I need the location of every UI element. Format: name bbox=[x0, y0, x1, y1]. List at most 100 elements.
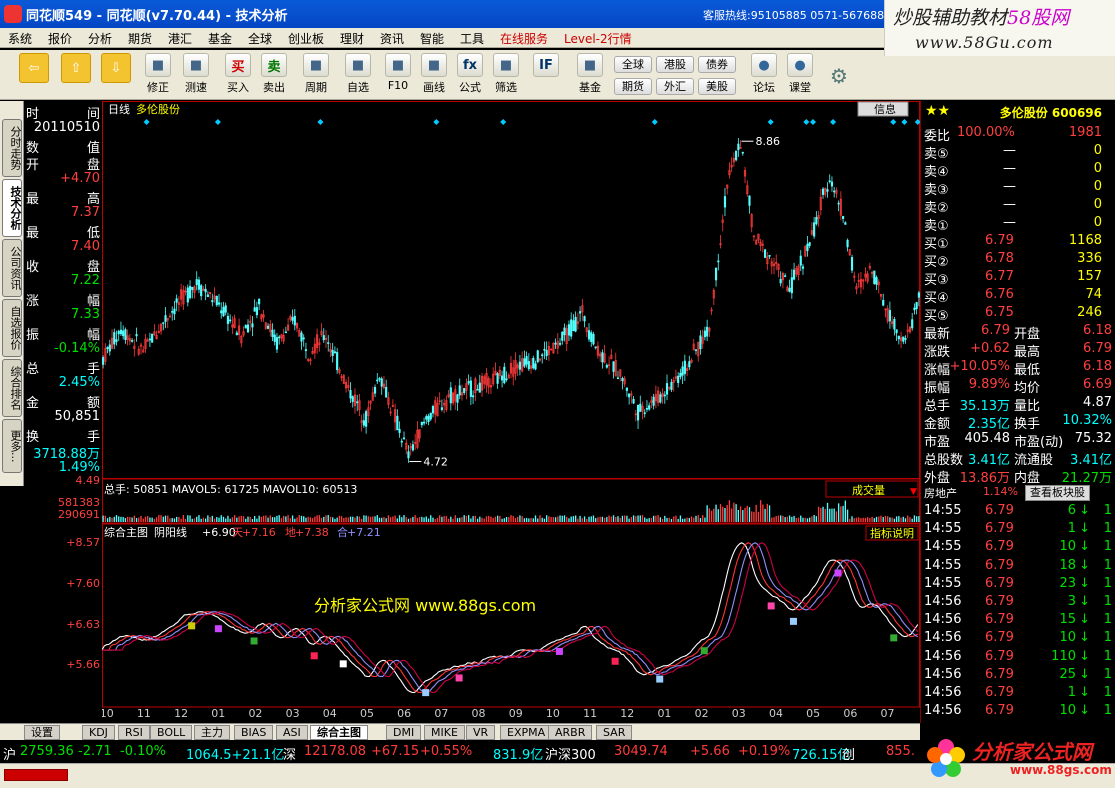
menu-item-13[interactable]: Level-2行情 bbox=[564, 30, 632, 47]
indicator-tab-13[interactable]: SAR bbox=[596, 725, 633, 740]
signal-marker bbox=[555, 647, 563, 655]
chart-period-label: 日线 bbox=[108, 102, 130, 116]
candle-body bbox=[398, 428, 401, 433]
tick-down-arrow-icon: ↓ bbox=[1079, 612, 1090, 628]
clock-button[interactable]: ■ 测速 bbox=[178, 53, 214, 99]
pen-button[interactable]: ■ 画线 bbox=[416, 53, 452, 99]
indicator-tab-1[interactable]: KDJ bbox=[82, 725, 115, 740]
candle-body bbox=[882, 300, 885, 306]
indicator-tab-2[interactable]: RSI bbox=[118, 725, 150, 740]
indicator-tab-0[interactable]: 设置 bbox=[24, 725, 60, 740]
settings-gear-icon[interactable]: ⚙ bbox=[830, 64, 848, 88]
x-axis-label: 11 bbox=[137, 707, 151, 718]
indicator-tab-4[interactable]: 主力 bbox=[194, 725, 230, 740]
down-arrow-button[interactable]: ⇩ bbox=[98, 53, 134, 99]
class-button[interactable]: ● 课堂 bbox=[784, 53, 816, 99]
menu-bar: 系统 报价 分析 期货 港汇 基金 全球 创业板 理财 资讯 智能 工具 在线服务 Level-2行情 bbox=[0, 28, 884, 48]
side-tab-5[interactable]: 更多... bbox=[2, 419, 22, 473]
candle-body bbox=[273, 334, 276, 342]
tick-price: 6.79 bbox=[985, 703, 1014, 719]
menu-item-2[interactable]: 分析 bbox=[88, 30, 112, 47]
quick-btn-4[interactable]: 外汇 bbox=[656, 78, 694, 95]
candle-body bbox=[206, 294, 209, 298]
indicator-tab-8[interactable]: DMI bbox=[386, 725, 422, 740]
sell-button[interactable]: 卖卖出 bbox=[256, 53, 292, 99]
quick-btn-3[interactable]: 期货 bbox=[614, 78, 652, 95]
menu-item-7[interactable]: 创业板 bbox=[288, 30, 324, 47]
footer-brand-name: 分析家公式网 bbox=[972, 740, 1092, 764]
buy-button[interactable]: 买买入 bbox=[220, 53, 256, 99]
side-tab-0[interactable]: 分时走势 bbox=[2, 119, 22, 177]
kline-chart-svg[interactable]: 日线 多伦股份 信息 8.86 4.72 总手: 50851 MAVOL5: 61725 … bbox=[100, 101, 921, 720]
signal-marker bbox=[339, 660, 347, 668]
menu-item-12[interactable]: 在线服务 bbox=[500, 30, 548, 47]
candle-body bbox=[821, 188, 825, 195]
indicator-tab-9[interactable]: MIKE bbox=[424, 725, 465, 740]
filter-button[interactable]: ■ 筛选 bbox=[488, 53, 524, 99]
x-axis-label: 12 bbox=[620, 707, 634, 718]
candle-body bbox=[440, 407, 443, 410]
indicator-tab-11[interactable]: EXPMA bbox=[500, 725, 553, 740]
buy-label: 买入 bbox=[227, 81, 249, 94]
candle-body bbox=[534, 363, 537, 370]
side-tab-1[interactable]: 技术分析 bbox=[2, 179, 22, 237]
menu-item-4[interactable]: 港汇 bbox=[168, 30, 192, 47]
forum-icon: ● bbox=[751, 53, 777, 77]
fund-button[interactable]: ■ 基金 bbox=[572, 53, 608, 99]
candle-body bbox=[458, 385, 461, 396]
correct-button[interactable]: ■ 修正 bbox=[140, 53, 176, 99]
futures-if-button[interactable]: IF bbox=[528, 53, 564, 99]
indicator-tab-10[interactable]: VR bbox=[466, 725, 496, 740]
quick-btn-0[interactable]: 全球 bbox=[614, 56, 652, 73]
candle-body bbox=[779, 278, 782, 284]
up-arrow-button[interactable]: ⇧ bbox=[58, 53, 94, 99]
sell-price: — bbox=[1003, 143, 1016, 158]
candle-body bbox=[322, 335, 325, 341]
tick-count: 1 bbox=[1103, 539, 1112, 555]
tick-row: 14:56 6.79 10 ↓ 1 bbox=[921, 630, 1115, 648]
favorites-button[interactable]: ■ 自选 bbox=[340, 53, 376, 99]
x-axis-label: 05 bbox=[360, 707, 374, 718]
indicator-tab-12[interactable]: ARBR bbox=[548, 725, 593, 740]
quick-btn-2[interactable]: 债券 bbox=[698, 56, 736, 73]
period-button[interactable]: ■ 周期 bbox=[298, 53, 334, 99]
candle-body bbox=[888, 310, 891, 322]
stat-row: 总手 35.13万 量比 4.87 bbox=[921, 395, 1115, 414]
sector-button[interactable]: 查看板块股 bbox=[1025, 485, 1090, 501]
back-arrow-button[interactable]: ⇦ bbox=[16, 53, 52, 99]
candle-body bbox=[833, 190, 836, 193]
menu-item-5[interactable]: 基金 bbox=[208, 30, 232, 47]
indicator-tab-5[interactable]: BIAS bbox=[234, 725, 274, 740]
formula-button[interactable]: fx 公式 bbox=[452, 53, 488, 99]
menu-item-10[interactable]: 智能 bbox=[420, 30, 444, 47]
menu-item-6[interactable]: 全球 bbox=[248, 30, 272, 47]
f10-button[interactable]: ■ F10 bbox=[380, 53, 416, 99]
menu-item-3[interactable]: 期货 bbox=[128, 30, 152, 47]
x-axis-label: 03 bbox=[732, 707, 746, 718]
indicator-tab-6[interactable]: ASI bbox=[276, 725, 308, 740]
quick-btn-5[interactable]: 美股 bbox=[698, 78, 736, 95]
buy-price: 6.79 bbox=[985, 233, 1014, 248]
indicator-tab-7[interactable]: 综合主图 bbox=[310, 725, 368, 740]
menu-item-11[interactable]: 工具 bbox=[460, 30, 484, 47]
event-diamond-icon bbox=[810, 119, 817, 125]
forum-button[interactable]: ● 论坛 bbox=[748, 53, 780, 99]
filter-icon: ■ bbox=[493, 53, 519, 77]
menu-item-0[interactable]: 系统 bbox=[8, 30, 32, 47]
candle-body bbox=[356, 401, 359, 404]
info-value: 1.49% bbox=[58, 460, 100, 475]
quick-btn-1[interactable]: 港股 bbox=[656, 56, 694, 73]
menu-item-9[interactable]: 资讯 bbox=[380, 30, 404, 47]
tick-volume: 23 bbox=[1059, 575, 1076, 591]
chart-area[interactable]: 日线 多伦股份 信息 8.86 4.72 总手: 50851 MAVOL5: 61725 … bbox=[100, 101, 921, 720]
side-tab-2[interactable]: 公司资讯 bbox=[2, 239, 22, 297]
tick-count: 1 bbox=[1103, 666, 1112, 682]
indicator-tab-3[interactable]: BOLL bbox=[150, 725, 193, 740]
menu-item-8[interactable]: 理财 bbox=[340, 30, 364, 47]
stock-title: 多伦股份 600696 bbox=[999, 106, 1102, 120]
menu-item-1[interactable]: 报价 bbox=[48, 30, 72, 47]
side-tab-3[interactable]: 自选报价 bbox=[2, 299, 22, 357]
candle-body bbox=[191, 286, 194, 290]
side-tab-4[interactable]: 综合排名 bbox=[2, 359, 22, 417]
stat-label: 振幅 bbox=[924, 381, 951, 396]
